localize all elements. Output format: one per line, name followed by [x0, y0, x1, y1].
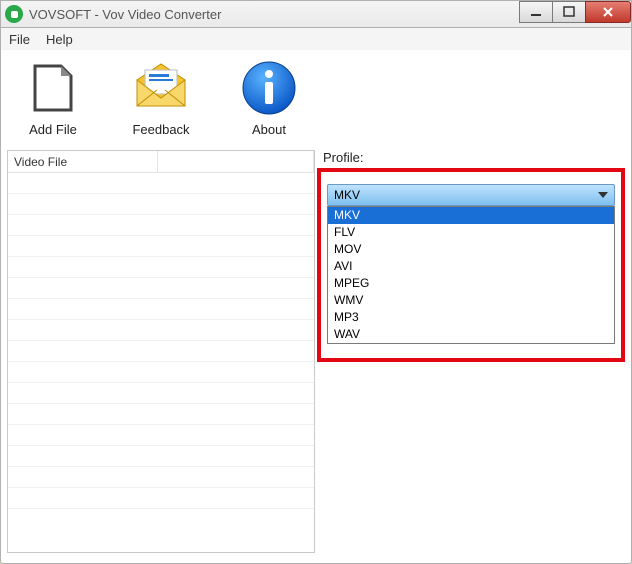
- about-button[interactable]: About: [229, 56, 309, 137]
- add-file-button[interactable]: Add File: [13, 56, 93, 137]
- table-row: [8, 299, 314, 320]
- right-pane: Profile: MKV MKV FLV MOV AVI MPEG WMV MP…: [315, 150, 625, 553]
- add-file-icon: [21, 56, 85, 120]
- profile-option[interactable]: WAV: [328, 326, 614, 343]
- table-row: [8, 194, 314, 215]
- toolbar: Add File Feedback: [1, 50, 631, 137]
- profile-option[interactable]: AVI: [328, 258, 614, 275]
- table-row: [8, 404, 314, 425]
- minimize-button[interactable]: [519, 1, 553, 23]
- window-title: VOVSOFT - Vov Video Converter: [29, 7, 221, 22]
- profile-option[interactable]: MP3: [328, 309, 614, 326]
- table-row: [8, 320, 314, 341]
- app-icon: [5, 5, 23, 23]
- file-list: Video File: [7, 150, 315, 553]
- table-row: [8, 257, 314, 278]
- file-list-rows[interactable]: [8, 173, 314, 552]
- menu-help[interactable]: Help: [46, 32, 73, 47]
- window-buttons: [520, 1, 631, 23]
- profile-option[interactable]: MKV: [328, 207, 614, 224]
- feedback-icon: [129, 56, 193, 120]
- profile-selected-value: MKV: [334, 188, 360, 202]
- table-row: [8, 278, 314, 299]
- app-body: Add File Feedback: [0, 50, 632, 564]
- table-row: [8, 173, 314, 194]
- profile-dropdown: MKV FLV MOV AVI MPEG WMV MP3 WAV: [327, 206, 615, 344]
- profile-option[interactable]: WMV: [328, 292, 614, 309]
- table-row: [8, 341, 314, 362]
- chevron-down-icon: [598, 192, 608, 198]
- menubar: File Help: [0, 28, 632, 50]
- titlebar: VOVSOFT - Vov Video Converter: [0, 0, 632, 28]
- about-label: About: [252, 122, 286, 137]
- table-row: [8, 488, 314, 509]
- table-row: [8, 467, 314, 488]
- profile-label: Profile:: [321, 150, 625, 165]
- profile-option[interactable]: MPEG: [328, 275, 614, 292]
- table-row: [8, 383, 314, 404]
- table-row: [8, 446, 314, 467]
- table-row: [8, 236, 314, 257]
- profile-option[interactable]: FLV: [328, 224, 614, 241]
- content-area: Video File: [7, 150, 625, 553]
- maximize-button[interactable]: [552, 1, 586, 23]
- profile-option[interactable]: MOV: [328, 241, 614, 258]
- close-button[interactable]: [585, 1, 631, 23]
- table-row: [8, 362, 314, 383]
- add-file-label: Add File: [29, 122, 77, 137]
- profile-select[interactable]: MKV: [327, 184, 615, 206]
- column-video-file[interactable]: Video File: [8, 151, 158, 172]
- feedback-button[interactable]: Feedback: [121, 56, 201, 137]
- file-list-header: Video File: [8, 151, 314, 173]
- column-2[interactable]: [158, 151, 314, 172]
- table-row: [8, 215, 314, 236]
- menu-file[interactable]: File: [9, 32, 30, 47]
- table-row: [8, 425, 314, 446]
- about-icon: [237, 56, 301, 120]
- feedback-label: Feedback: [132, 122, 189, 137]
